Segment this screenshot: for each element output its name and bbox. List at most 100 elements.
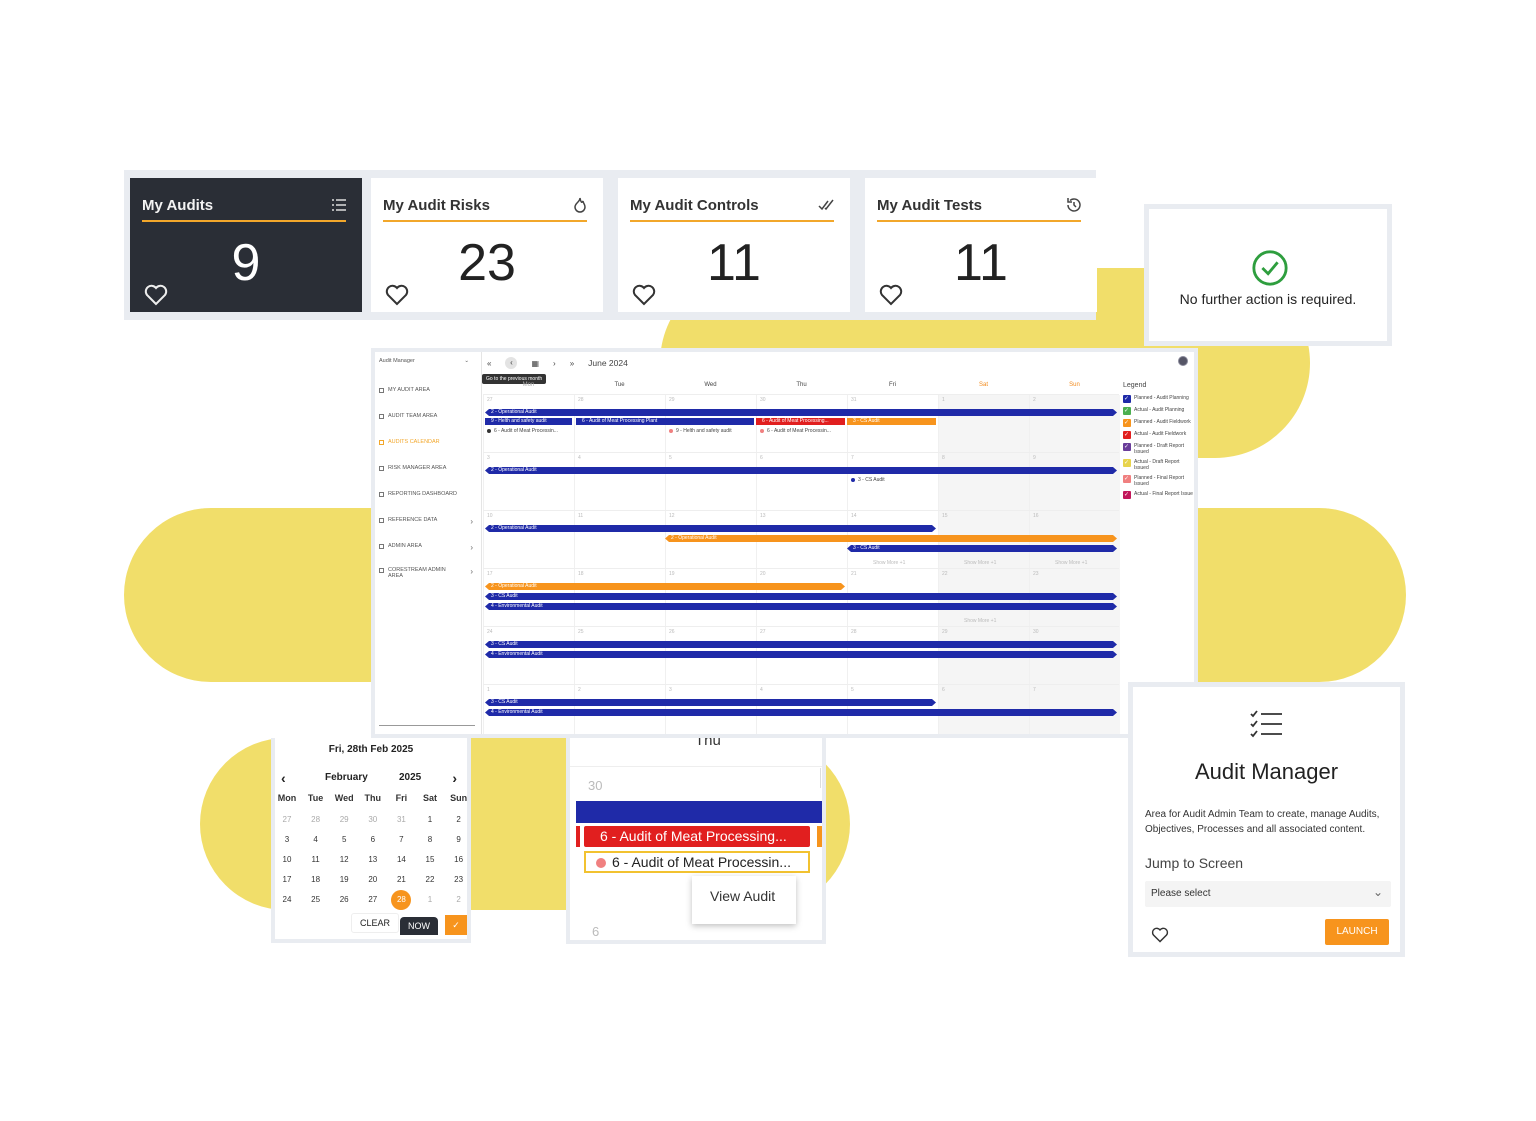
datepicker-date[interactable]: 2 xyxy=(445,895,473,904)
legend-item[interactable]: Planned - Draft Report Issued xyxy=(1123,443,1194,455)
day-cell[interactable]: 6 xyxy=(756,453,847,511)
datepicker-date[interactable]: 28 xyxy=(302,815,330,824)
event-bar[interactable]: 6 - Audit of Meat Processing... xyxy=(756,418,845,425)
event-bar[interactable]: 2 - Operational Audit xyxy=(485,467,1117,474)
event-bar[interactable]: 2 - Operational Audit xyxy=(665,535,1117,542)
event-bar[interactable]: 3 - CS Audit xyxy=(485,593,1117,600)
event-bar[interactable]: 3 - CS Audit xyxy=(485,641,1117,648)
show-more-link[interactable]: Show More +1 xyxy=(964,560,996,566)
legend-item[interactable]: Actual - Audit Fieldwork xyxy=(1123,431,1194,439)
datepicker-date[interactable]: 17 xyxy=(273,875,301,884)
zoom-blue-bar[interactable] xyxy=(576,801,822,823)
event-bar[interactable]: 9 - Helth and safety audit xyxy=(485,418,572,425)
chevron-left-icon[interactable]: ‹ xyxy=(281,770,286,786)
event-bar[interactable]: 2 - Operational Audit xyxy=(485,409,1117,416)
datepicker-date[interactable]: 14 xyxy=(387,855,415,864)
heart-icon[interactable] xyxy=(385,284,409,306)
datepicker-date[interactable]: 1 xyxy=(416,815,444,824)
heart-icon[interactable] xyxy=(1151,927,1169,943)
sidebar-item-reporting-dashboard[interactable]: REPORTING DASHBOARD xyxy=(379,491,475,497)
event-bar[interactable]: 3 - CS Audit xyxy=(485,699,936,706)
datepicker-date[interactable]: 3 xyxy=(273,835,301,844)
sidebar-item-reference-data[interactable]: REFERENCE DATA › xyxy=(379,517,475,526)
datepicker-date[interactable]: 28 xyxy=(387,895,415,904)
datepicker-date[interactable]: 21 xyxy=(387,875,415,884)
heart-icon[interactable] xyxy=(144,284,168,306)
role-select[interactable]: Audit Manager ⌄ xyxy=(379,358,469,364)
chevron-right-icon[interactable]: › xyxy=(452,770,457,786)
event-bar[interactable]: 4 - Environmental Audit xyxy=(485,651,1117,658)
show-more-link[interactable]: Show More +1 xyxy=(873,560,905,566)
jump-to-screen-select[interactable]: Please select ⌄ xyxy=(1145,881,1391,907)
heart-icon[interactable] xyxy=(879,284,903,306)
datepicker-date[interactable]: 8 xyxy=(416,835,444,844)
event-bar[interactable]: 4 - Environmental Audit xyxy=(485,709,1117,716)
datepicker-date[interactable]: 2 xyxy=(445,815,473,824)
legend-checkbox[interactable] xyxy=(1123,459,1131,467)
now-button[interactable]: NOW xyxy=(400,917,438,935)
datepicker-date[interactable]: 12 xyxy=(330,855,358,864)
legend-checkbox[interactable] xyxy=(1123,431,1131,439)
datepicker-date[interactable]: 15 xyxy=(416,855,444,864)
datepicker-date[interactable]: 11 xyxy=(302,855,330,864)
datepicker-date[interactable]: 18 xyxy=(302,875,330,884)
datepicker-date[interactable]: 25 xyxy=(302,895,330,904)
day-cell[interactable]: 2 xyxy=(1029,395,1120,453)
legend-item[interactable]: Actual - Audit Planning xyxy=(1123,407,1194,415)
datepicker-date[interactable]: 20 xyxy=(359,875,387,884)
kpi-card-my-audit-risks[interactable]: My Audit Risks 23 xyxy=(371,178,603,312)
view-audit-menu-item[interactable]: View Audit xyxy=(710,888,775,904)
calendar-picker-icon[interactable]: ▦ xyxy=(531,359,539,368)
day-cell[interactable]: 9 xyxy=(1029,453,1120,511)
sidebar-item-corestream-admin-area[interactable]: CORESTREAM ADMIN AREA › xyxy=(379,567,475,579)
datepicker-date[interactable]: 31 xyxy=(387,815,415,824)
show-more-link[interactable]: Show More +1 xyxy=(964,618,996,624)
legend-checkbox[interactable] xyxy=(1123,407,1131,415)
legend-item[interactable]: Actual - Draft Report Issued xyxy=(1123,459,1194,471)
kpi-card-my-audit-controls[interactable]: My Audit Controls 11 xyxy=(618,178,850,312)
datepicker-date[interactable]: 4 xyxy=(302,835,330,844)
legend-checkbox[interactable] xyxy=(1123,443,1131,451)
datepicker-year[interactable]: 2025 xyxy=(399,772,421,783)
datepicker-date[interactable]: 7 xyxy=(387,835,415,844)
globe-icon[interactable] xyxy=(1178,356,1188,366)
legend-checkbox[interactable] xyxy=(1123,491,1131,499)
sidebar-item-risk-manager-area[interactable]: RISK MANAGER AREA xyxy=(379,465,475,471)
legend-item[interactable]: Planned - Final Report Issued xyxy=(1123,475,1194,487)
day-cell[interactable]: 3 xyxy=(483,453,574,511)
day-cell[interactable]: 1 xyxy=(938,395,1029,453)
event-bar[interactable]: 6 - Audit of Meat Processing Plant xyxy=(576,418,754,425)
datepicker-date[interactable]: 6 xyxy=(359,835,387,844)
day-cell[interactable]: 11 xyxy=(574,511,665,569)
legend-checkbox[interactable] xyxy=(1123,395,1131,403)
datepicker-date[interactable]: 27 xyxy=(359,895,387,904)
datepicker-date[interactable]: 22 xyxy=(416,875,444,884)
datepicker-date[interactable]: 13 xyxy=(359,855,387,864)
legend-checkbox[interactable] xyxy=(1123,475,1131,483)
previous-month-button[interactable]: ‹ xyxy=(505,357,518,369)
datepicker-date[interactable]: 24 xyxy=(273,895,301,904)
datepicker-date[interactable]: 16 xyxy=(445,855,473,864)
legend-item[interactable]: Planned - Audit Fieldwork xyxy=(1123,419,1194,427)
kpi-card-my-audit-tests[interactable]: My Audit Tests 11 xyxy=(865,178,1097,312)
event-bar[interactable]: 4 - Environmental Audit xyxy=(485,603,1117,610)
sidebar-item-admin-area[interactable]: ADMIN AREA › xyxy=(379,543,475,552)
zoom-event-red[interactable]: 6 - Audit of Meat Processing... xyxy=(584,826,810,847)
datepicker-date[interactable]: 5 xyxy=(330,835,358,844)
day-cell[interactable]: 4 xyxy=(574,453,665,511)
event-bar[interactable]: 3 - CS Audit xyxy=(847,545,1117,552)
datepicker-date[interactable]: 29 xyxy=(330,815,358,824)
legend-item[interactable]: Actual - Final Report Issue xyxy=(1123,491,1194,499)
first-month-button[interactable]: « xyxy=(487,359,491,368)
zoom-event-dot-box[interactable]: 6 - Audit of Meat Processin... xyxy=(584,851,810,873)
day-cell[interactable]: 8 xyxy=(938,453,1029,511)
sidebar-item-audits-calendar[interactable]: AUDITS CALENDAR xyxy=(379,439,475,445)
heart-icon[interactable] xyxy=(632,284,656,306)
sidebar-item-audit-team-area[interactable]: AUDIT TEAM AREA xyxy=(379,413,475,419)
datepicker-date[interactable]: 9 xyxy=(445,835,473,844)
datepicker-date[interactable]: 26 xyxy=(330,895,358,904)
show-more-link[interactable]: Show More +1 xyxy=(1055,560,1087,566)
event-bar[interactable]: 2 - Operational Audit xyxy=(485,525,936,532)
datepicker-date[interactable]: 1 xyxy=(416,895,444,904)
event-dot[interactable]: 3 - CS Audit xyxy=(851,477,885,483)
